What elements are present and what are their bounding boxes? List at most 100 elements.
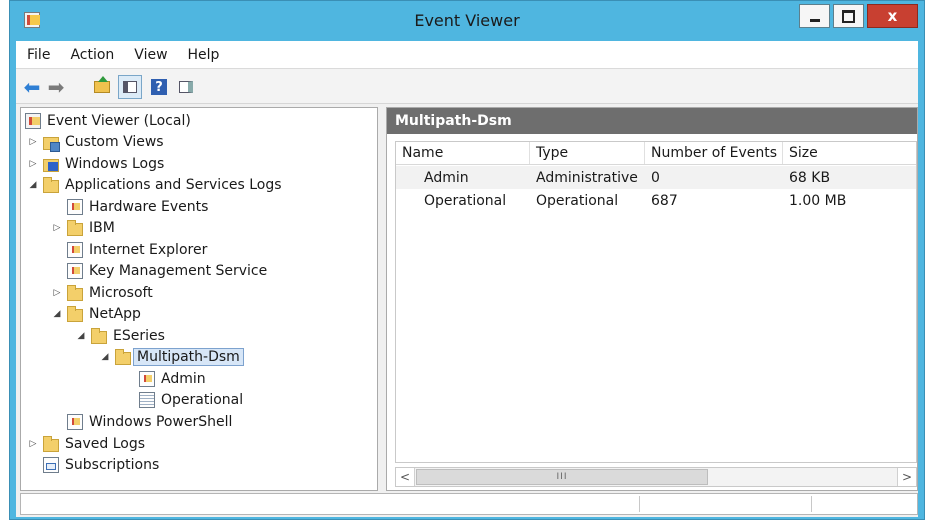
tree-item-event-viewer-local[interactable]: Event Viewer (Local) — [25, 111, 191, 131]
custom-views-icon — [43, 136, 60, 152]
tree-item-label: Applications and Services Logs — [65, 177, 282, 193]
status-divider — [811, 496, 812, 512]
collapse-icon[interactable]: ◢ — [75, 331, 87, 341]
tree-item-multipath-dsm[interactable]: ◢ Multipath-Dsm — [99, 347, 244, 367]
column-header-number-of-events[interactable]: Number of Events — [645, 142, 783, 164]
column-header-size[interactable]: Size — [783, 142, 916, 164]
cell-events: 0 — [651, 169, 660, 186]
tree-item-key-management-service[interactable]: Key Management Service — [67, 261, 267, 281]
tree-item-label: Key Management Service — [89, 263, 268, 279]
tree-item-custom-views[interactable]: ▷ Custom Views — [27, 132, 164, 152]
tree-item-label: Custom Views — [65, 134, 164, 150]
tree-item-label: NetApp — [89, 306, 141, 322]
tree-item-label: Microsoft — [89, 285, 153, 301]
tree-item-label: Windows PowerShell — [89, 414, 233, 430]
tree-item-eseries[interactable]: ◢ ESeries — [75, 326, 165, 346]
folder-open-icon — [91, 327, 107, 344]
expand-icon[interactable]: ▷ — [27, 159, 39, 169]
tree-item-windows-logs[interactable]: ▷ Windows Logs — [27, 154, 165, 174]
horizontal-scrollbar[interactable]: < III > — [395, 467, 917, 487]
folder-up-icon — [94, 76, 110, 93]
minimize-button[interactable] — [799, 4, 830, 28]
collapse-icon[interactable]: ◢ — [51, 309, 63, 319]
menu-action[interactable]: Action — [61, 47, 123, 63]
client-area: File Action View Help ⬅ ➡ ? Event Viewer… — [16, 41, 918, 517]
tree-item-label: Subscriptions — [65, 457, 160, 473]
scroll-right-icon[interactable]: > — [897, 468, 916, 486]
event-log-icon — [67, 414, 83, 430]
console-tree: Event Viewer (Local) ▷ Custom Views ▷ Wi… — [20, 107, 378, 491]
folder-icon — [67, 219, 83, 236]
table-row[interactable]: Operational Operational 687 1.00 MB — [396, 189, 916, 212]
cell-type: Administrative — [536, 169, 638, 186]
expand-icon[interactable]: ▷ — [27, 439, 39, 449]
tree-item-ibm[interactable]: ▷ IBM — [51, 218, 115, 238]
tree-item-label: Hardware Events — [89, 199, 209, 215]
collapse-icon[interactable]: ◢ — [27, 180, 39, 190]
tree-item-label: Admin — [161, 371, 206, 387]
close-button[interactable]: x — [867, 4, 918, 28]
event-log-icon — [67, 199, 83, 215]
event-viewer-window: Event Viewer x File Action View Help ⬅ ➡… — [9, 0, 925, 520]
column-headers: Name Type Number of Events Size — [396, 142, 916, 165]
show-hide-console-tree-button[interactable] — [118, 75, 142, 99]
maximize-icon — [842, 9, 855, 23]
cell-size: 1.00 MB — [789, 192, 847, 209]
cell-type: Operational — [536, 192, 619, 209]
scroll-left-icon[interactable]: < — [396, 468, 415, 486]
tree-item-label: Windows Logs — [65, 156, 165, 172]
status-divider — [639, 496, 640, 512]
scroll-thumb[interactable]: III — [416, 469, 708, 485]
tree-item-internet-explorer[interactable]: Internet Explorer — [67, 240, 207, 260]
cell-name: Operational — [424, 192, 507, 209]
show-hide-action-pane-button[interactable] — [176, 77, 196, 97]
tree-item-label: Saved Logs — [65, 436, 146, 452]
tree-item-label: ESeries — [113, 328, 165, 344]
cell-size: 68 KB — [789, 169, 831, 186]
event-viewer-icon — [25, 113, 41, 129]
minimize-icon — [809, 18, 820, 22]
folder-open-icon — [67, 305, 83, 322]
tree-item-hardware-events[interactable]: Hardware Events — [67, 197, 208, 217]
menu-bar: File Action View Help — [16, 41, 918, 69]
cell-name: Admin — [424, 169, 469, 186]
tree-item-label: Operational — [161, 392, 244, 408]
tree-item-operational[interactable]: Operational — [139, 390, 243, 410]
console-tree-icon — [123, 81, 137, 93]
tree-item-label: Event Viewer (Local) — [47, 113, 191, 129]
table-row[interactable]: Admin Administrative 0 68 KB — [396, 166, 916, 189]
tree-item-label: Multipath-Dsm — [133, 348, 244, 366]
up-one-level-button[interactable] — [92, 76, 112, 97]
title-bar[interactable]: Event Viewer x — [10, 1, 924, 39]
folder-icon — [67, 284, 83, 301]
action-pane-icon — [179, 81, 193, 93]
expand-icon[interactable]: ▷ — [27, 137, 39, 147]
window-title: Event Viewer — [414, 11, 520, 30]
log-list: Name Type Number of Events Size Admin Ad… — [395, 141, 917, 463]
menu-view[interactable]: View — [125, 47, 176, 63]
back-button[interactable]: ⬅ — [22, 75, 42, 99]
tree-item-microsoft[interactable]: ▷ Microsoft — [51, 283, 153, 303]
folder-open-icon — [43, 176, 59, 193]
column-header-name[interactable]: Name — [396, 142, 530, 164]
menu-help[interactable]: Help — [179, 47, 229, 63]
collapse-icon[interactable]: ◢ — [99, 352, 111, 362]
saved-logs-icon — [43, 435, 59, 452]
tree-item-subscriptions[interactable]: Subscriptions — [43, 455, 159, 475]
tree-item-windows-powershell[interactable]: Windows PowerShell — [67, 412, 232, 432]
tree-item-netapp[interactable]: ◢ NetApp — [51, 304, 141, 324]
expand-icon[interactable]: ▷ — [51, 223, 63, 233]
tree-item-label: Internet Explorer — [89, 242, 208, 258]
maximize-button[interactable] — [833, 4, 864, 28]
menu-file[interactable]: File — [18, 47, 59, 63]
help-button[interactable]: ? — [151, 79, 167, 95]
tree-item-applications-and-services-logs[interactable]: ◢ Applications and Services Logs — [27, 175, 282, 195]
column-header-type[interactable]: Type — [530, 142, 645, 164]
expand-icon[interactable]: ▷ — [51, 288, 63, 298]
pane-title: Multipath-Dsm — [387, 108, 917, 134]
tree-item-saved-logs[interactable]: ▷ Saved Logs — [27, 434, 145, 454]
forward-button[interactable]: ➡ — [46, 75, 66, 99]
tree-item-admin[interactable]: Admin — [139, 369, 206, 389]
subscriptions-icon — [43, 457, 59, 473]
tree-item-label: IBM — [89, 220, 115, 236]
